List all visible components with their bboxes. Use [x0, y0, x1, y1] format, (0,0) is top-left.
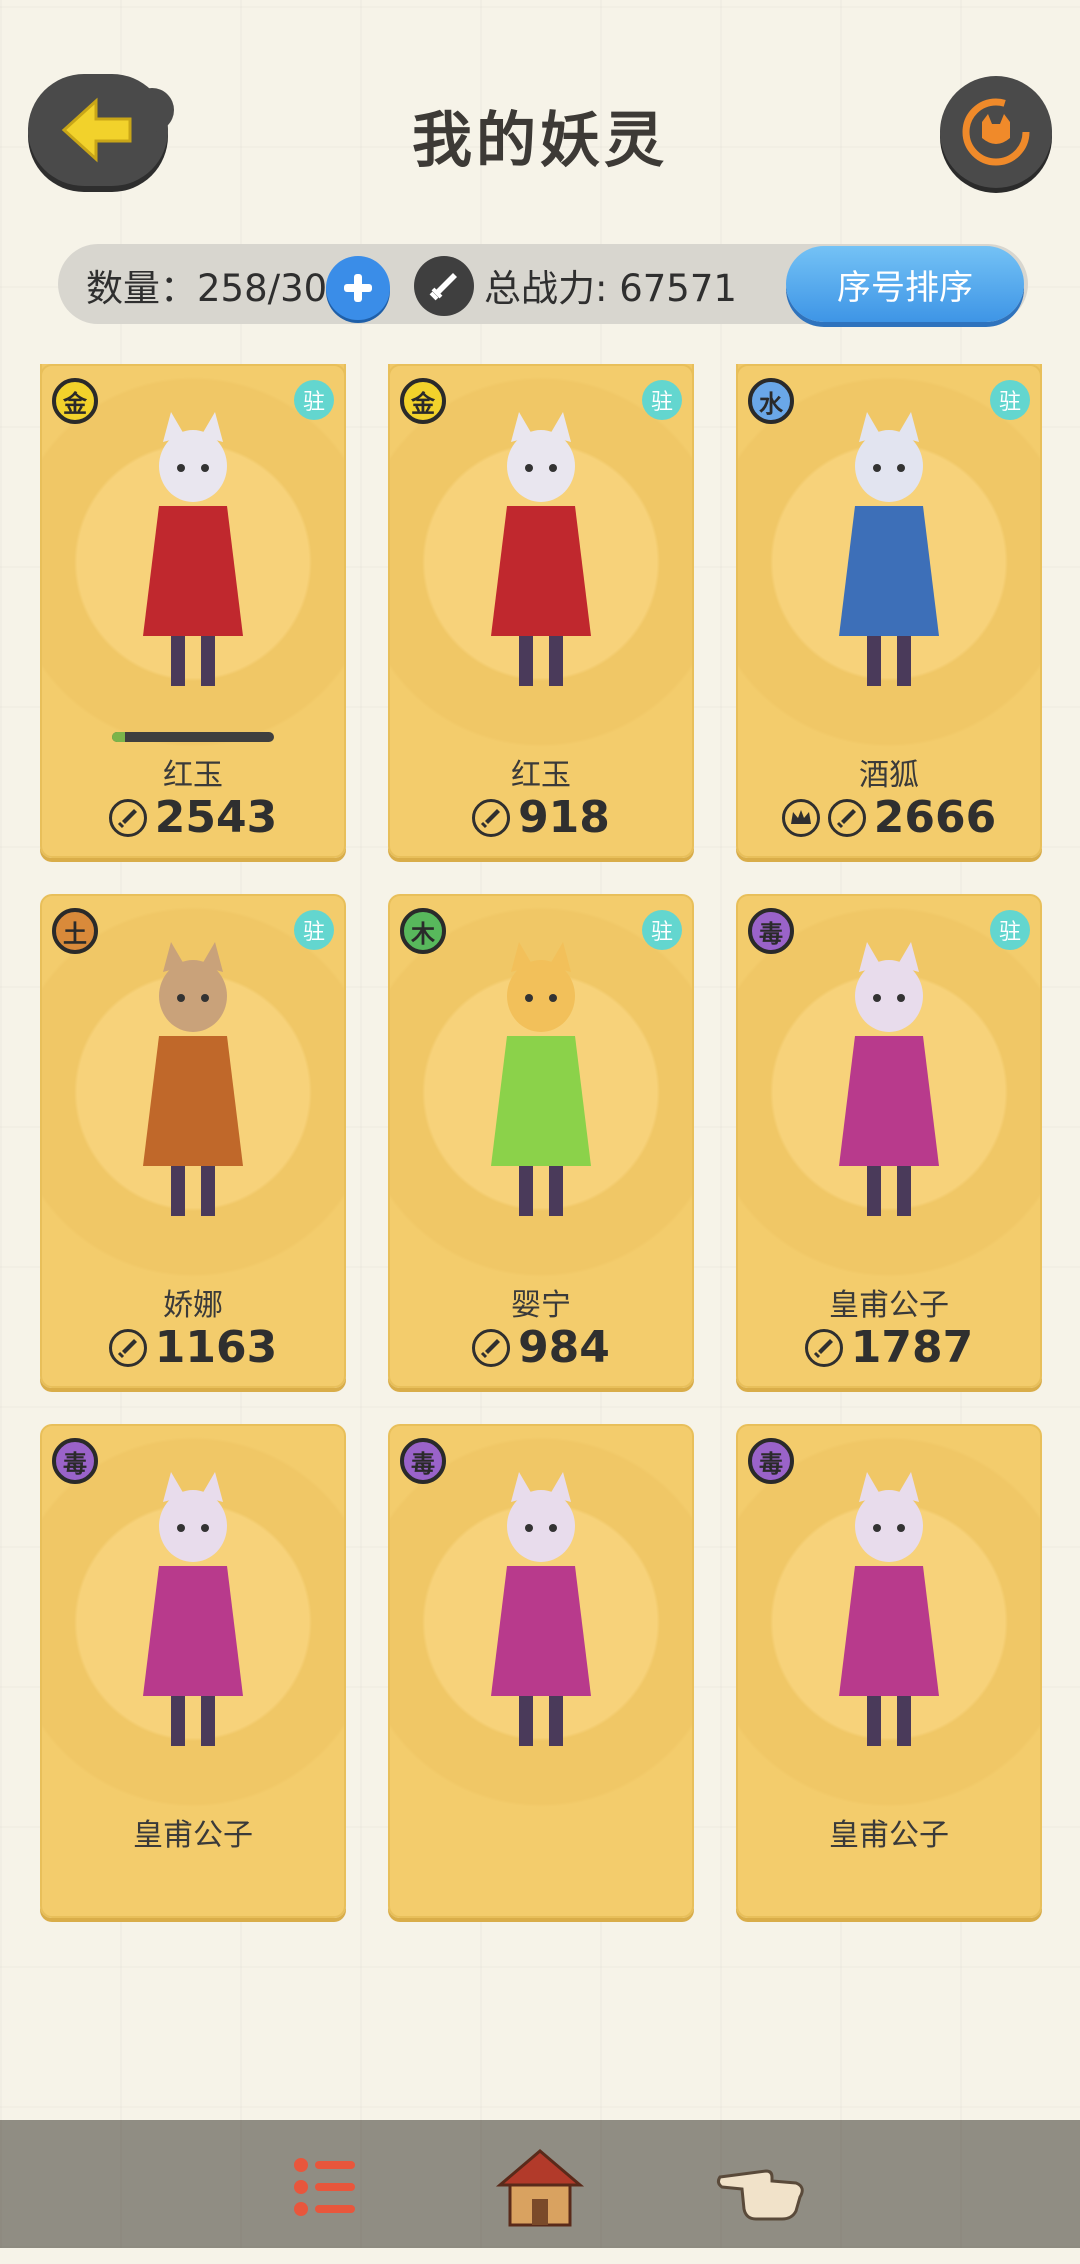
spirit-power-row: 1787 — [738, 1322, 1040, 1373]
spirit-power-value: 984 — [518, 1322, 610, 1373]
list-menu-icon — [294, 2158, 355, 2216]
pointing-hand-icon — [716, 2169, 804, 2221]
element-badge: 毒 — [748, 908, 794, 954]
spirit-figure-image — [491, 1472, 591, 1746]
spirit-power-value: 1163 — [154, 1322, 278, 1373]
count-label: 数量：258/300 — [86, 267, 351, 310]
element-badge: 金 — [52, 378, 98, 424]
house-icon — [495, 2149, 585, 2227]
stationed-badge: 驻 — [642, 380, 682, 420]
spirit-power-value: 2543 — [154, 792, 278, 843]
spirit-power-row: 1163 — [42, 1322, 344, 1373]
spirit-name: 娇娜 — [163, 1288, 223, 1323]
experience-bar — [112, 732, 274, 742]
spirit-card[interactable]: 水 驻酒狐 2666 — [736, 364, 1042, 858]
experience-bar-fill — [112, 732, 125, 742]
fox-switch-icon — [962, 98, 1030, 166]
spirit-card[interactable]: 毒皇甫公子 — [40, 1424, 346, 1918]
add-capacity-button[interactable] — [326, 256, 390, 320]
list-menu-button[interactable] — [280, 2132, 370, 2242]
stationed-badge: 驻 — [990, 380, 1030, 420]
spirit-grid: 不是黄九郎296九郎现世294狐娘子294金驻红玉2543金驻红玉918水驻酒狐… — [0, 364, 1080, 2264]
spirit-card[interactable]: 毒 — [388, 1424, 694, 1918]
spirit-name: 皇甫公子 — [829, 1818, 949, 1853]
spirit-name: 婴宁 — [511, 1288, 571, 1323]
spirit-card[interactable]: 毒 驻皇甫公子 1787 — [736, 894, 1042, 1388]
spirit-figure-image — [143, 1472, 243, 1746]
pointing-hand-button[interactable] — [714, 2132, 814, 2242]
spirit-card[interactable]: 土 驻娇娜 1163 — [40, 894, 346, 1388]
spirit-figure-image — [491, 412, 591, 686]
element-badge: 毒 — [400, 1438, 446, 1484]
spirit-power-row: 918 — [390, 792, 692, 843]
stationed-badge: 驻 — [294, 380, 334, 420]
page-title: 我的妖灵 — [412, 106, 668, 176]
spirit-figure-image — [839, 412, 939, 686]
spirit-card[interactable]: 金 驻红玉 918 — [388, 364, 694, 858]
element-badge: 水 — [748, 378, 794, 424]
spirit-figure-image — [839, 942, 939, 1216]
stationed-badge: 驻 — [990, 910, 1030, 950]
spirit-figure-image — [143, 412, 243, 686]
sword-icon — [827, 798, 866, 837]
element-badge: 毒 — [52, 1438, 98, 1484]
spirit-figure-image — [143, 942, 243, 1216]
spirit-power-value: 918 — [518, 792, 610, 843]
spirit-power-value: 1787 — [850, 1322, 974, 1373]
sword-icon — [804, 1328, 843, 1367]
spirit-power-value: 2666 — [873, 792, 997, 843]
spirit-figure-image — [491, 942, 591, 1216]
spirit-name: 皇甫公子 — [829, 1288, 949, 1323]
spirit-power-row: 2543 — [42, 792, 344, 843]
spirit-figure-image — [839, 1472, 939, 1746]
element-badge: 金 — [400, 378, 446, 424]
sort-button[interactable]: 序号排序 — [786, 246, 1024, 322]
sword-icon — [108, 798, 147, 837]
spirit-power-row: 2666 — [738, 792, 1040, 843]
home-button[interactable] — [490, 2132, 590, 2242]
spirit-power-row: 984 — [390, 1322, 692, 1373]
switch-button[interactable] — [940, 76, 1052, 188]
spirit-name: 皇甫公子 — [133, 1818, 253, 1853]
element-badge: 毒 — [748, 1438, 794, 1484]
spirit-card[interactable]: 毒皇甫公子 — [736, 1424, 1042, 1918]
spirit-card[interactable]: 木 驻婴宁 984 — [388, 894, 694, 1388]
total-power-label: 总战力: 67571 — [484, 267, 737, 310]
element-badge: 木 — [400, 908, 446, 954]
spirit-card[interactable]: 金 驻红玉 2543 — [40, 364, 346, 858]
sword-icon — [414, 256, 474, 316]
sword-icon — [472, 1328, 511, 1367]
spirit-name: 红玉 — [163, 758, 223, 793]
sword-icon — [472, 798, 511, 837]
crown-icon — [781, 798, 820, 837]
sword-icon — [108, 1328, 147, 1367]
element-badge: 土 — [52, 908, 98, 954]
plus-icon — [344, 274, 372, 302]
spirit-name: 酒狐 — [859, 758, 919, 793]
stationed-badge: 驻 — [642, 910, 682, 950]
spirit-name: 红玉 — [511, 758, 571, 793]
stationed-badge: 驻 — [294, 910, 334, 950]
